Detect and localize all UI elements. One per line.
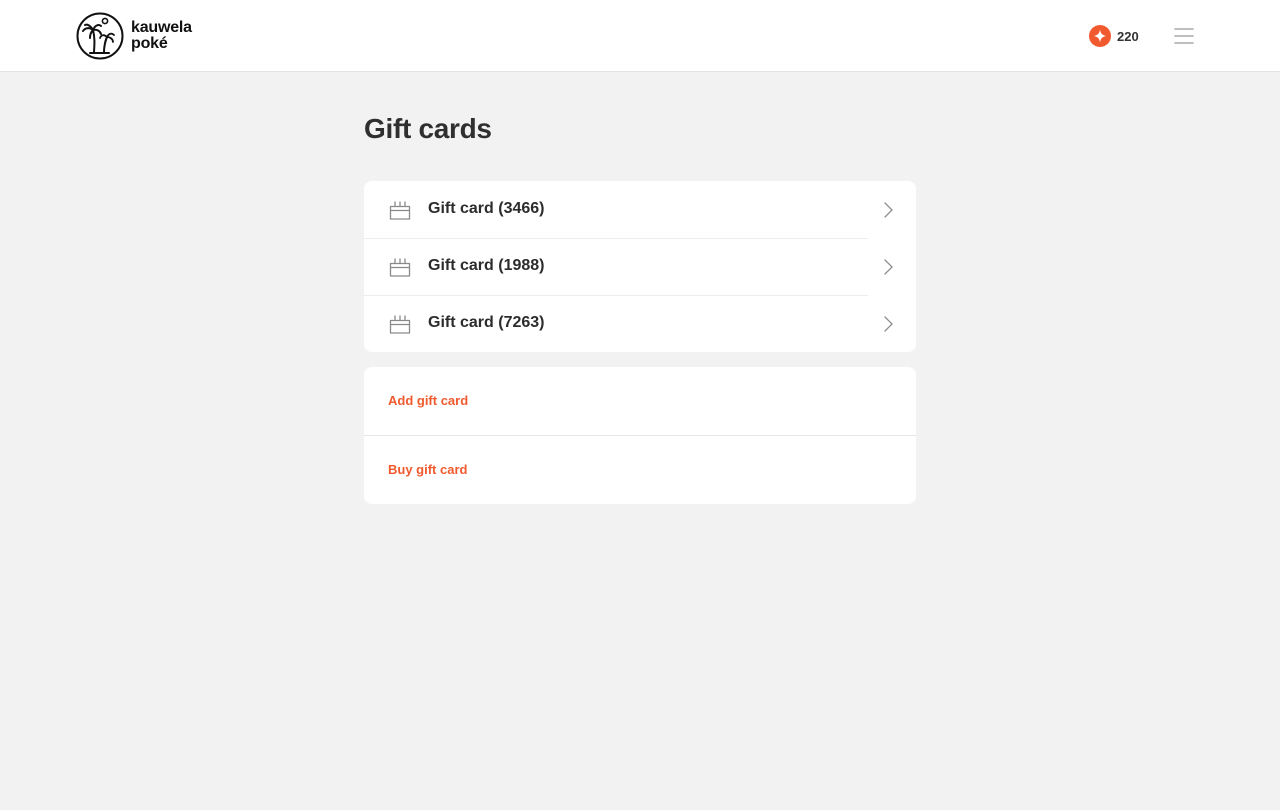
chevron-right-icon (880, 314, 896, 334)
gift-card-row[interactable]: Gift card (7263) (364, 295, 916, 352)
hamburger-menu-icon (1174, 28, 1194, 44)
palm-tree-logo-icon (76, 12, 124, 60)
logo-wordmark: kauwela poké (131, 20, 192, 52)
gift-card-list: Gift card (3466) Gift card (1988) Gift c… (364, 181, 916, 352)
logo-line-2: poké (131, 35, 168, 52)
gift-card-row[interactable]: Gift card (3466) (364, 181, 916, 238)
gift-card-actions: Add gift card Buy gift card (364, 367, 916, 504)
top-bar: kauwela poké 220 (0, 0, 1280, 72)
gift-card-label: Gift card (3466) (428, 200, 545, 217)
loyalty-points[interactable]: 220 (1089, 25, 1139, 47)
gift-card-row[interactable]: Gift card (1988) (364, 238, 916, 295)
menu-button[interactable] (1170, 24, 1198, 48)
chevron-right-icon (880, 257, 896, 277)
gift-card-label: Gift card (7263) (428, 314, 545, 331)
gift-icon (388, 313, 412, 335)
points-value: 220 (1117, 28, 1139, 44)
buy-gift-card-link[interactable]: Buy gift card (364, 435, 916, 504)
logo-line-1: kauwela (131, 19, 192, 36)
add-gift-card-link[interactable]: Add gift card (364, 367, 916, 435)
logo-link[interactable]: kauwela poké (76, 12, 192, 60)
gift-icon (388, 199, 412, 221)
gift-icon (388, 256, 412, 278)
chevron-right-icon (880, 200, 896, 220)
gift-card-label: Gift card (1988) (428, 257, 545, 274)
sparkle-icon (1089, 25, 1111, 47)
page-title: Gift cards (364, 113, 492, 144)
